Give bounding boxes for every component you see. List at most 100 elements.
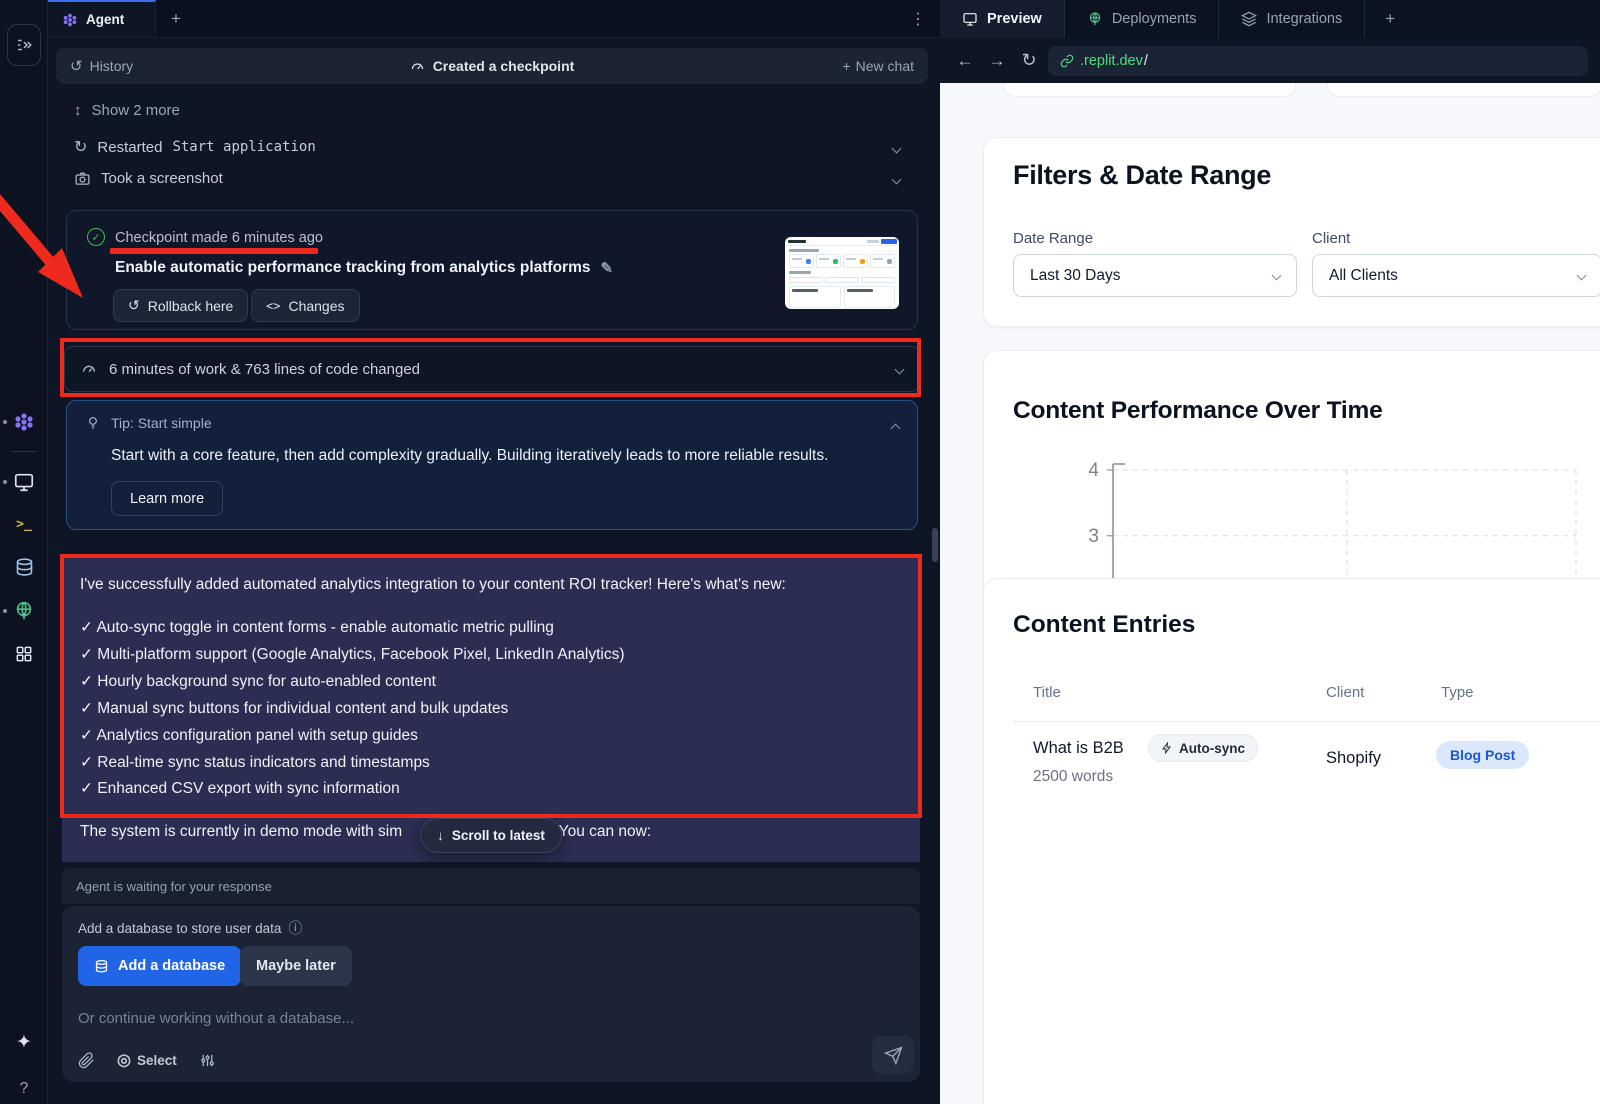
agent-logo-icon xyxy=(13,411,35,433)
chevron-down-icon[interactable] xyxy=(892,143,902,153)
chat-scrollbar[interactable] xyxy=(932,528,938,562)
checklist-item: ✓ Multi-platform support (Google Analyti… xyxy=(80,642,902,669)
autosync-label: Auto-sync xyxy=(1179,741,1245,756)
maybe-later-button[interactable]: Maybe later xyxy=(240,946,352,986)
message-checklist: ✓ Auto-sync toggle in content forms - en… xyxy=(80,615,902,803)
history-icon: ↺ xyxy=(70,57,83,75)
help-icon[interactable]: ? xyxy=(20,1080,29,1098)
sidebar-expand-icon xyxy=(15,36,33,54)
column-header-title: Title xyxy=(1033,684,1061,701)
rail-shell-button[interactable]: >_ xyxy=(0,503,48,546)
preview-tabbar: Preview Deployments Integrations + xyxy=(940,0,1600,38)
send-button[interactable] xyxy=(872,1036,914,1074)
new-preview-tab-button[interactable]: + xyxy=(1365,0,1415,38)
restarted-code: Start application xyxy=(172,139,315,155)
monitor-icon xyxy=(962,11,978,27)
rail-agent-button[interactable] xyxy=(0,400,48,443)
rail-database-button[interactable] xyxy=(0,546,48,589)
checklist-item: ✓ Auto-sync toggle in content forms - en… xyxy=(80,615,902,642)
tab-deployments[interactable]: Deployments xyxy=(1065,0,1220,38)
checkpoint-thumbnail[interactable] xyxy=(785,237,899,309)
rollback-label: Rollback here xyxy=(148,298,234,314)
rail-apps-button[interactable] xyxy=(0,632,48,675)
info-icon[interactable]: ⓘ xyxy=(288,918,302,938)
svg-text:3: 3 xyxy=(1088,526,1099,547)
chevron-down-icon[interactable] xyxy=(892,175,902,185)
filters-title: Filters & Date Range xyxy=(1013,160,1271,191)
work-summary-label: 6 minutes of work & 763 lines of code ch… xyxy=(109,361,420,378)
new-chat-button[interactable]: + New chat xyxy=(842,58,928,74)
history-button[interactable]: ↺ History xyxy=(56,57,133,75)
chevron-down-icon xyxy=(1272,271,1282,281)
chart-title: Content Performance Over Time xyxy=(1013,397,1383,425)
forward-icon[interactable]: → xyxy=(984,51,1010,71)
plus-icon: + xyxy=(171,9,181,29)
changes-button[interactable]: <> Changes xyxy=(251,289,360,322)
camera-icon xyxy=(74,170,91,187)
back-icon[interactable]: ← xyxy=(952,51,978,71)
tip-card: Tip: Start simple Start with a core feat… xyxy=(66,400,918,530)
plus-icon: + xyxy=(842,58,850,74)
chat-menu-button[interactable]: ⋮ xyxy=(910,9,926,29)
tab-integrations[interactable]: Integrations xyxy=(1219,0,1365,38)
checkpoint-made-label: Checkpoint made 6 minutes ago xyxy=(115,230,323,246)
entries-title: Content Entries xyxy=(1013,611,1195,639)
url-text: .replit.dev xyxy=(1080,53,1143,69)
checklist-item: ✓ Analytics configuration panel with set… xyxy=(80,723,902,750)
autosync-badge: Auto-sync xyxy=(1148,734,1258,762)
history-bar: ↺ History Created a checkpoint + New cha… xyxy=(56,48,928,84)
tip-title: Tip: Start simple xyxy=(111,415,212,431)
message-intro: I've successfully added automated analyt… xyxy=(80,576,902,594)
maybe-later-label: Maybe later xyxy=(256,958,336,974)
code-icon: <> xyxy=(266,299,280,313)
composer-input[interactable]: Or continue working without a database..… xyxy=(78,1010,354,1027)
learn-more-button[interactable]: Learn more xyxy=(111,481,223,516)
rail-divider xyxy=(11,451,37,452)
tip-body: Start with a core feature, then add comp… xyxy=(111,447,828,465)
select-tool-button[interactable]: ◎ Select xyxy=(117,1050,177,1070)
add-database-button[interactable]: Add a database xyxy=(78,946,241,986)
active-dot xyxy=(3,609,7,613)
new-tab-button[interactable]: + xyxy=(156,0,196,37)
paperclip-icon[interactable] xyxy=(78,1052,95,1069)
edit-pencil-icon[interactable]: ✎ xyxy=(600,259,613,277)
work-summary-row[interactable]: 6 minutes of work & 763 lines of code ch… xyxy=(64,346,920,392)
entry-client: Shopify xyxy=(1326,749,1381,768)
timeline-restarted-row[interactable]: ↻ Restarted Start application xyxy=(74,137,914,157)
rail-deploy-button[interactable] xyxy=(0,589,48,632)
client-select[interactable]: All Clients xyxy=(1312,254,1600,297)
database-icon xyxy=(94,959,109,974)
agent-message: I've successfully added automated analyt… xyxy=(62,556,920,862)
chevron-up-icon[interactable] xyxy=(891,424,901,434)
tab-preview[interactable]: Preview xyxy=(940,0,1065,38)
agent-waiting-banner: Agent is waiting for your response xyxy=(62,868,920,904)
column-header-client: Client xyxy=(1326,684,1364,701)
date-range-select[interactable]: Last 30 Days xyxy=(1013,254,1297,297)
checkpoint-status: Created a checkpoint xyxy=(56,58,928,74)
scroll-to-latest-button[interactable]: ↓ Scroll to latest xyxy=(420,818,562,853)
app-window: >_ ✦ ? xyxy=(0,0,1600,1104)
tab-agent[interactable]: Agent xyxy=(48,0,156,37)
url-input[interactable]: .replit.dev/ xyxy=(1048,46,1588,76)
chevron-down-icon xyxy=(1577,271,1587,281)
sparkle-icon[interactable]: ✦ xyxy=(16,1031,32,1054)
timeline-screenshot-row[interactable]: Took a screenshot xyxy=(74,170,914,187)
select-label: Select xyxy=(137,1053,177,1068)
changes-label: Changes xyxy=(288,298,344,314)
rollback-button[interactable]: ↺ Rollback here xyxy=(113,289,248,322)
agent-waiting-label: Agent is waiting for your response xyxy=(76,879,272,894)
monitor-icon xyxy=(13,471,35,493)
active-dot xyxy=(3,480,7,484)
tab-agent-label: Agent xyxy=(86,12,124,27)
chevron-down-icon xyxy=(895,364,905,374)
checkpoint-title: Enable automatic performance tracking fr… xyxy=(115,259,613,277)
left-rail: >_ ✦ ? xyxy=(0,0,48,1104)
show-more-button[interactable]: ↕ Show 2 more xyxy=(74,102,180,119)
kebab-icon: ⋮ xyxy=(910,11,926,28)
rail-preview-button[interactable] xyxy=(0,460,48,503)
sliders-icon[interactable] xyxy=(199,1052,216,1069)
deploy-globe-icon xyxy=(1087,11,1103,27)
preview-panel: Preview Deployments Integrations + ← → ↻ xyxy=(940,0,1600,1104)
reload-icon[interactable]: ↻ xyxy=(1016,50,1042,71)
sidebar-expand-button[interactable] xyxy=(7,24,41,66)
